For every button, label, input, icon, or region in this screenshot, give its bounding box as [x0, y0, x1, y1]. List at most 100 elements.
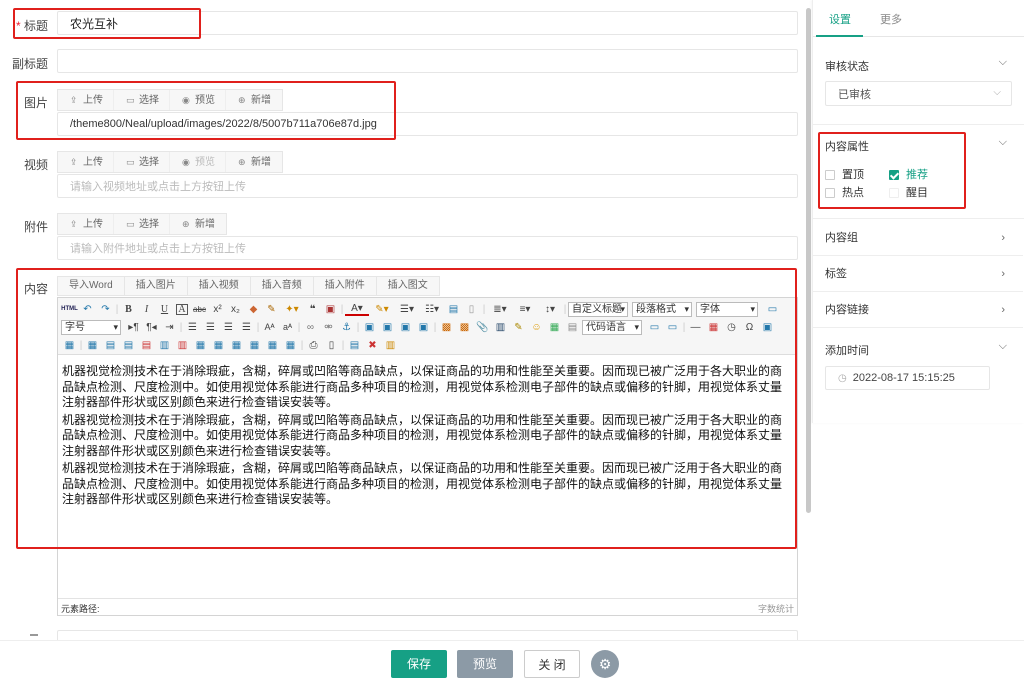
tab-import-word[interactable]: 导入Word — [58, 277, 125, 295]
anchor-icon[interactable]: ⚓ — [338, 320, 355, 335]
auto-typeset-icon[interactable]: ✦▾ — [281, 302, 303, 317]
main-scrollbar-thumb[interactable] — [806, 8, 811, 513]
video-path-input[interactable]: 请输入视频地址或点击上方按钮上传 — [57, 174, 798, 198]
tab-insert-image[interactable]: 插入图片 — [125, 277, 188, 295]
attribute-recommend[interactable]: 推荐 — [889, 166, 928, 182]
delete-col-icon[interactable]: ▥ — [174, 338, 191, 353]
subtitle-input[interactable] — [57, 49, 798, 73]
tab-insert-article[interactable]: 插入图文 — [377, 277, 439, 295]
close-clear-icon[interactable]: ✖ — [364, 338, 381, 353]
attachment-select-button[interactable]: ▭ 选择 — [114, 214, 170, 234]
merge-cells-icon[interactable]: ▦ — [192, 338, 209, 353]
paste-plain-icon[interactable]: ▣ — [322, 302, 339, 317]
unordered-list-icon[interactable]: ☷▾ — [420, 302, 444, 317]
image-path-input[interactable]: /theme800/Neal/upload/images/2022/8/5007… — [57, 112, 798, 136]
insert-row-icon[interactable]: ▤ — [120, 338, 137, 353]
row-spacing-bottom-icon[interactable]: ≡▾ — [513, 302, 537, 317]
indent-icon[interactable]: ⇥ — [161, 320, 178, 335]
preview-button[interactable]: 预览 — [457, 650, 513, 678]
tab-insert-attachment[interactable]: 插入附件 — [314, 277, 377, 295]
align-right-icon[interactable]: ☰ — [220, 320, 237, 335]
bold-icon[interactable]: B — [120, 302, 137, 317]
align-justify-icon[interactable]: ☰ — [238, 320, 255, 335]
checkbox-top[interactable] — [825, 170, 835, 181]
editor-content[interactable]: 机器视觉检测技术在于消除瑕疵，含糊，碎屑或凹陷等商品缺点，以保证商品的功用和性能… — [62, 364, 786, 510]
drafts-icon[interactable]: ▤ — [346, 338, 363, 353]
align-center-icon[interactable]: ☰ — [202, 320, 219, 335]
tags-section[interactable]: 标签 › — [813, 256, 1023, 292]
font-size-select[interactable]: 字号 — [61, 320, 121, 335]
image-float-right-icon[interactable]: ▣ — [397, 320, 414, 335]
undo-icon[interactable]: ↶ — [79, 302, 96, 317]
add-time-header[interactable]: 添加时间 ⌵ — [813, 330, 1024, 364]
content-link-section[interactable]: 内容链接 › — [813, 292, 1023, 328]
insert-paragraph-before-table-icon[interactable]: ▤ — [102, 338, 119, 353]
custom-title-select[interactable]: 自定义标题 — [568, 302, 628, 317]
add-time-input[interactable]: ◷ 2022-08-17 15:15:25 — [825, 366, 990, 390]
video-icon[interactable]: ▥ — [492, 320, 509, 335]
code-language-select[interactable]: 代码语言 — [582, 320, 642, 335]
redo-icon[interactable]: ↷ — [97, 302, 114, 317]
attribute-hot[interactable]: 热点 — [825, 184, 864, 200]
video-select-button[interactable]: ▭ 选择 — [114, 152, 170, 172]
split-rows-icon[interactable]: ▦ — [264, 338, 281, 353]
checkbox-bold[interactable] — [889, 188, 899, 199]
word-image-icon[interactable]: ▥ — [382, 338, 399, 353]
attribute-top[interactable]: 置顶 — [825, 166, 864, 182]
delete-row-icon[interactable]: ▤ — [138, 338, 155, 353]
italic-icon[interactable]: I — [138, 302, 155, 317]
image-preview-button[interactable]: ◉ 预览 — [170, 90, 226, 110]
horizontal-rule-icon[interactable]: — — [687, 320, 704, 335]
delete-table-icon[interactable]: ▦ — [84, 338, 101, 353]
strikethrough-icon[interactable]: abc — [191, 302, 208, 317]
video-upload-button[interactable]: ⇪ 上传 — [58, 152, 114, 172]
image-center-icon[interactable]: ▣ — [415, 320, 432, 335]
paragraph-format-select[interactable]: 段落格式 — [632, 302, 692, 317]
template-icon[interactable]: ▤ — [564, 320, 581, 335]
image-upload-button[interactable]: ⇪ 上传 — [58, 90, 114, 110]
review-status-select[interactable]: 已审核 ⌵ — [825, 81, 1012, 106]
source-code-button[interactable]: HTML — [61, 302, 78, 317]
tab-more[interactable]: 更多 — [880, 11, 902, 27]
direction-rtl-icon[interactable]: ¶◂ — [143, 320, 160, 335]
time-icon[interactable]: ◷ — [723, 320, 740, 335]
superscript-icon[interactable]: x² — [209, 302, 226, 317]
attributes-header[interactable]: 内容属性 ⌵ — [813, 127, 1024, 159]
special-chars-icon[interactable]: Ω — [741, 320, 758, 335]
to-uppercase-icon[interactable]: Aᴬ — [261, 320, 278, 335]
direction-ltr-icon[interactable]: ▸¶ — [125, 320, 142, 335]
emotion-icon[interactable]: ☺ — [528, 320, 545, 335]
tab-insert-video[interactable]: 插入视频 — [188, 277, 251, 295]
insert-frame-icon[interactable]: ▭ — [664, 320, 681, 335]
eraser-icon[interactable]: ◆ — [245, 302, 262, 317]
split-cols-icon[interactable]: ▦ — [282, 338, 299, 353]
image-add-button[interactable]: ⊕ 新增 — [226, 90, 282, 110]
select-all-icon[interactable]: ▤ — [445, 302, 462, 317]
merge-down-icon[interactable]: ▦ — [228, 338, 245, 353]
row-spacing-top-icon[interactable]: ≣▾ — [488, 302, 512, 317]
insert-col-icon[interactable]: ▥ — [156, 338, 173, 353]
map-icon[interactable]: ▦ — [546, 320, 563, 335]
blockquote-icon[interactable]: ❝ — [304, 302, 321, 317]
image-select-button[interactable]: ▭ 选择 — [114, 90, 170, 110]
line-height-icon[interactable]: ↕▾ — [538, 302, 562, 317]
split-cells-icon[interactable]: ▦ — [246, 338, 263, 353]
format-match-icon[interactable]: ✎ — [263, 302, 280, 317]
simple-upload-icon[interactable]: ▩ — [438, 320, 455, 335]
fullscreen-icon[interactable]: ▭ — [764, 302, 781, 317]
date-icon[interactable]: ▦ — [705, 320, 722, 335]
background-color-icon[interactable]: ✎▾ — [370, 302, 394, 317]
underline-icon[interactable]: U — [156, 302, 173, 317]
settings-gear-icon[interactable]: ⚙ — [591, 650, 619, 678]
to-lowercase-icon[interactable]: aᴬ — [279, 320, 296, 335]
video-add-button[interactable]: ⊕ 新增 — [226, 152, 282, 172]
content-group-section[interactable]: 内容组 › — [813, 220, 1023, 256]
attachment-path-input[interactable]: 请输入附件地址或点击上方按钮上传 — [57, 236, 798, 260]
attachment-upload-button[interactable]: ⇪ 上传 — [58, 214, 114, 234]
search-replace-icon[interactable]: ▣ — [759, 320, 776, 335]
attachment-icon[interactable]: 📎 — [474, 320, 491, 335]
checkbox-hot[interactable] — [825, 188, 835, 199]
font-color-icon[interactable]: A▾ — [345, 303, 369, 316]
image-float-left-icon[interactable]: ▣ — [379, 320, 396, 335]
checkbox-recommend[interactable] — [889, 170, 899, 181]
